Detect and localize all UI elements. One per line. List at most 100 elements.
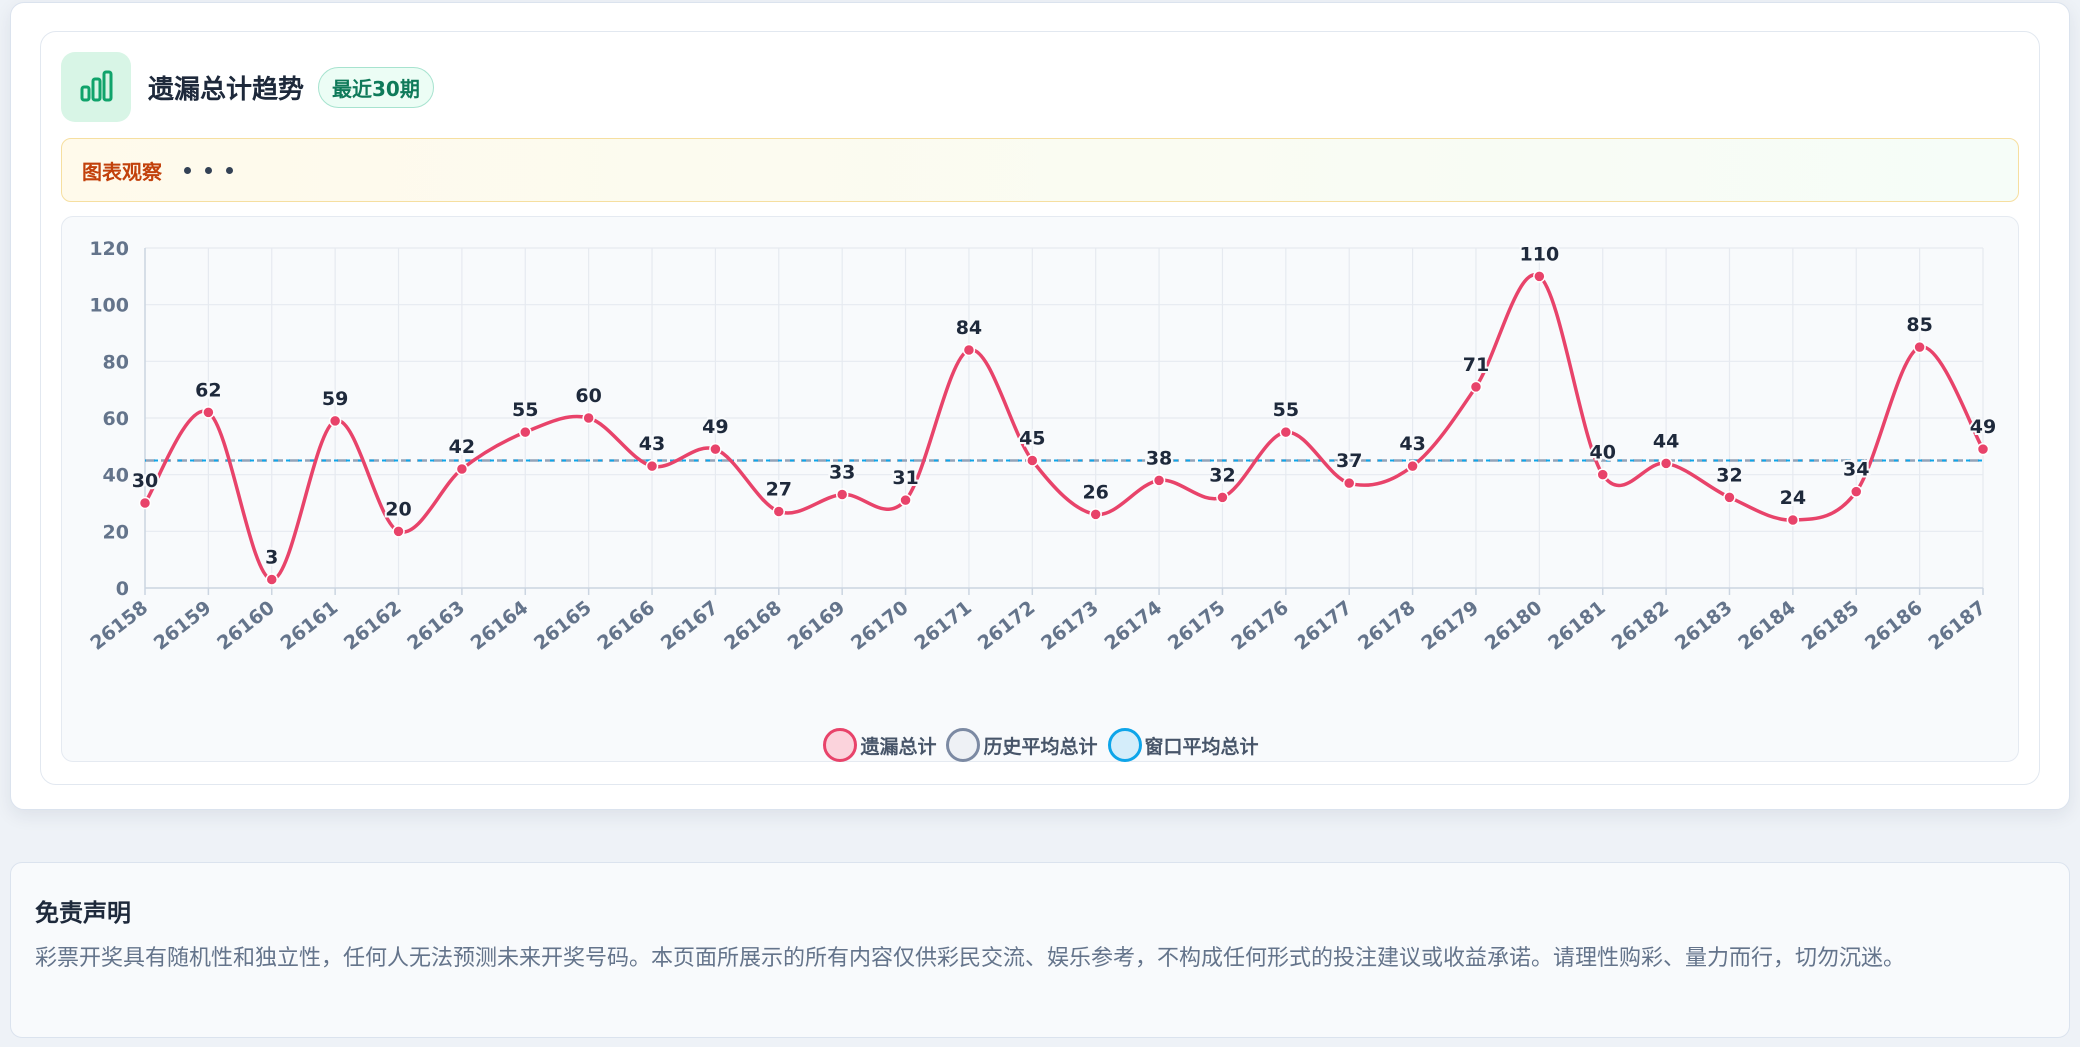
x-tick-label: 26179: [1417, 597, 1483, 655]
data-label: 84: [956, 317, 982, 339]
legend-swatch-missing-total: [823, 728, 858, 762]
page-title: 遗漏总计趋势: [148, 74, 305, 105]
data-point: [1976, 442, 1990, 456]
data-label: 60: [575, 385, 601, 407]
y-tick-label: 60: [103, 408, 129, 430]
legend-item-missing-total[interactable]: 遗漏总计: [823, 728, 936, 762]
data-label: 59: [322, 388, 348, 410]
data-point: [1469, 380, 1483, 394]
x-tick-label: 26170: [847, 597, 913, 655]
data-point: [962, 343, 976, 357]
chart-panel: 遗漏总计趋势 最近30期 图表观察 0 20 40 60 80 100 120 26158 26…: [40, 31, 2040, 785]
x-tick-label: 26183: [1671, 597, 1737, 655]
more-dots-icon[interactable]: [184, 166, 233, 174]
disclaimer-box: 免责声明 彩票开奖具有随机性和独立性，任何人无法预测未来开奖号码。本页面所展示的…: [10, 862, 2070, 1038]
x-tick-label: 26168: [720, 597, 786, 655]
data-point: [392, 525, 405, 538]
x-tick-label: 26176: [1227, 597, 1293, 655]
data-label: 110: [1520, 243, 1560, 265]
data-label: 44: [1653, 430, 1679, 452]
data-point: [1723, 491, 1736, 504]
legend-label: 历史平均总计: [983, 735, 1098, 758]
legend-label: 遗漏总计: [860, 735, 937, 758]
data-point: [265, 573, 279, 586]
data-label: 32: [1716, 464, 1742, 486]
x-tick-label: 26167: [657, 597, 723, 655]
x-tick-label: 26169: [784, 597, 850, 655]
x-tick-label: 26173: [1037, 597, 1103, 655]
data-label: 24: [1780, 487, 1806, 509]
data-label: 43: [1399, 433, 1425, 455]
data-label: 55: [512, 399, 538, 421]
period-badge: 最近30期: [318, 66, 434, 108]
data-label: 62: [195, 379, 221, 401]
data-point: [709, 442, 722, 456]
data-point: [1849, 485, 1863, 498]
data-point: [1089, 508, 1102, 521]
chart-observation-bar[interactable]: 图表观察: [61, 138, 2019, 202]
x-tick-label: 26164: [467, 597, 533, 655]
data-label: 26: [1082, 481, 1108, 503]
y-tick-label: 100: [89, 295, 129, 317]
data-point: [1533, 270, 1546, 283]
data-point: [138, 496, 152, 510]
data-label: 33: [829, 462, 855, 484]
x-tick-label: 26181: [1544, 597, 1610, 655]
legend-swatch-history-avg: [946, 728, 981, 762]
data-label: 30: [132, 470, 158, 492]
data-point: [582, 411, 595, 425]
x-tick-label: 26174: [1101, 597, 1167, 655]
y-tick-label: 20: [103, 521, 129, 543]
x-tick-label: 26177: [1291, 597, 1357, 655]
data-point: [772, 505, 786, 518]
data-point: [455, 462, 469, 476]
data-label: 85: [1906, 314, 1932, 336]
line-chart: 0 20 40 60 80 100 120 2615826159261602616126162…: [86, 238, 1998, 655]
x-tick-label: 26184: [1734, 597, 1800, 655]
x-tick-label: 26182: [1608, 597, 1674, 655]
y-tick-label: 0: [116, 578, 129, 600]
x-tick-label: 26171: [910, 597, 976, 655]
y-tick-label: 80: [103, 351, 129, 373]
data-point: [1152, 474, 1166, 487]
legend-item-window-avg[interactable]: 窗口平均总计: [1107, 728, 1259, 762]
data-label: 37: [1336, 450, 1362, 472]
data-point: [519, 425, 532, 439]
panel-header: 遗漏总计趋势 最近30期: [61, 52, 434, 122]
x-tick-label: 26178: [1354, 597, 1420, 655]
x-tick-label: 26162: [340, 597, 406, 655]
data-label: 43: [639, 433, 665, 455]
legend-label: 窗口平均总计: [1144, 735, 1259, 758]
data-point: [1216, 491, 1229, 504]
data-label: 42: [449, 436, 475, 458]
x-tick-label: 26166: [593, 597, 659, 655]
data-label: 32: [1209, 464, 1235, 486]
data-label: 38: [1146, 447, 1172, 469]
data-label: 49: [702, 416, 728, 438]
data-point: [899, 493, 912, 507]
data-label: 27: [766, 479, 792, 501]
data-point: [1659, 457, 1673, 470]
data-label: 55: [1273, 399, 1299, 421]
x-tick-label: 26187: [1924, 597, 1990, 655]
x-tick-label: 26160: [213, 597, 279, 655]
x-tick-label: 26163: [403, 597, 469, 655]
data-label: 49: [1970, 416, 1996, 438]
data-point: [202, 406, 215, 419]
x-tick-label: 26165: [530, 597, 596, 655]
data-point: [1913, 340, 1926, 354]
legend-item-history-avg[interactable]: 历史平均总计: [946, 728, 1098, 762]
missing-total-line: [143, 273, 1985, 582]
data-point: [1342, 476, 1356, 490]
bar-chart-icon: [61, 52, 131, 122]
data-label: 40: [1589, 442, 1615, 464]
chart-legend: 遗漏总计 历史平均总计 窗口平均总计: [62, 725, 2020, 765]
data-point: [1596, 468, 1609, 481]
data-point: [645, 459, 659, 473]
data-label: 3: [265, 547, 278, 569]
data-label: 34: [1843, 459, 1869, 481]
chart-area: 0 20 40 60 80 100 120 26158 26159 26160 26161 26162…: [61, 216, 2019, 762]
y-tick-label: 40: [103, 465, 129, 487]
x-tick-label: 26185: [1798, 597, 1864, 655]
x-tick-label: 26172: [974, 597, 1040, 655]
